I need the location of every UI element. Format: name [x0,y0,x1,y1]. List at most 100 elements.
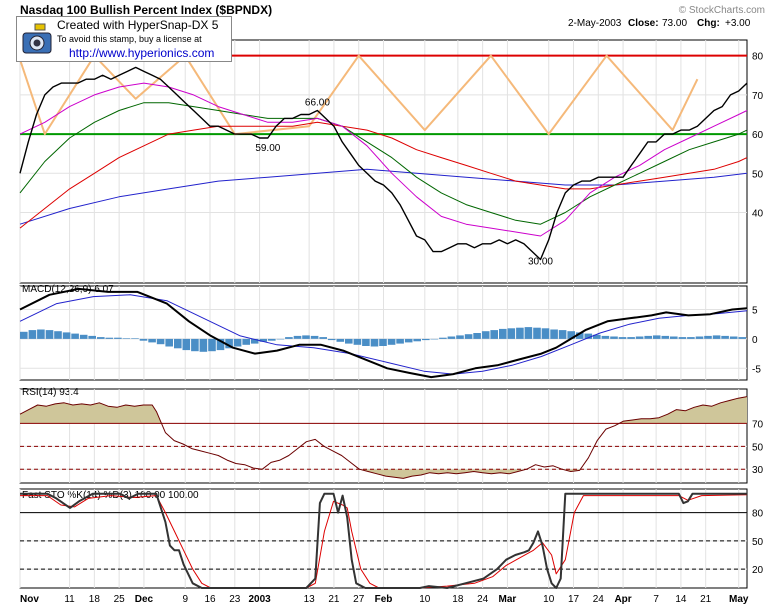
chart-canvas: Nasdaq 100 Bullish Percent Index ($BPNDX… [0,0,781,607]
histogram-bar [208,338,216,352]
histogram-bar [199,338,208,352]
x-tick-label: 2003 [248,594,271,605]
chg-label: Chg: [697,18,720,29]
x-tick-label: 18 [89,594,101,605]
x-tick-label: Mar [499,594,517,605]
y-tick-label: 20 [752,565,764,576]
histogram-bar [37,329,45,339]
histogram-bar [627,337,635,339]
histogram-bar [516,327,524,339]
copyright-text: © StockCharts.com [679,5,765,16]
histogram-bar [712,335,721,339]
histogram-bar [644,335,652,339]
histogram-bar [396,338,404,344]
histogram-bar [268,338,276,341]
histogram-bar [721,335,729,339]
x-tick-label: 17 [568,594,580,605]
histogram-bar [456,335,464,339]
x-tick-label: Feb [375,594,393,605]
histogram-bar [139,338,148,341]
histogram-bar [533,327,541,339]
histogram-bar [345,338,353,344]
y-tick-label: 0 [752,335,758,346]
x-tick-label: Dec [135,594,154,605]
histogram-bar [71,333,79,339]
y-tick-label: 50 [752,537,764,548]
y-tick-label: 40 [752,208,764,219]
histogram-bar [550,329,558,339]
histogram-bar [678,337,687,339]
y-tick-label: 50 [752,442,764,453]
histogram-bar [302,335,310,339]
histogram-bar [601,335,610,339]
camera-icon [22,23,52,54]
histogram-bar [88,335,96,339]
histogram-bar [524,327,533,339]
histogram-bar [165,338,173,347]
histogram-bar [97,337,105,339]
histogram-bar [79,334,88,339]
stamp-line-2: To avoid this stamp, buy a license at [57,34,202,44]
x-tick-label: 23 [229,594,241,605]
histogram-bar [54,331,62,339]
x-tick-label: May [729,594,749,605]
header-date: 2-May-2003 [568,18,622,29]
histogram-bar [481,331,490,339]
histogram-bar [610,336,618,339]
histogram-bar [661,335,670,339]
histogram-bar [422,338,430,341]
histogram-bar [558,330,567,339]
histogram-bar [28,330,37,339]
y-tick-label: 70 [752,419,764,430]
x-tick-label: 9 [182,594,188,605]
y-tick-label: -5 [752,364,761,375]
y-tick-label: 50 [752,169,764,180]
x-tick-label: 24 [593,594,605,605]
watermark-stamp: Created with HyperSnap-DX 5 To avoid thi… [16,16,232,62]
histogram-bar [131,338,139,339]
histogram-bar [439,337,447,339]
histogram-bar [293,335,302,339]
x-tick-label: 18 [452,594,464,605]
histogram-bar [652,335,661,339]
histogram-bar [362,338,370,346]
histogram-bar [174,338,182,349]
histogram-bar [191,338,199,352]
histogram-bar [45,330,54,339]
y-tick-label: 70 [752,91,764,102]
histogram-bar [738,337,746,339]
histogram-bar [122,338,131,339]
histogram-bar [105,337,114,339]
y-tick-label: 60 [752,130,764,141]
chart-stage: Nasdaq 100 Bullish Percent Index ($BPNDX… [0,0,781,607]
x-tick-label: Nov [20,594,39,605]
histogram-bar [430,338,439,340]
histogram-bar [379,338,387,346]
histogram-bar [635,336,644,339]
x-tick-label: 14 [675,594,687,605]
histogram-bar [687,337,695,339]
histogram-bar [473,333,481,339]
histogram-bar [20,331,28,339]
annotation-label: 30.00 [528,257,553,268]
histogram-bar [62,332,71,339]
annotation-label: 66.00 [305,98,330,109]
y-tick-label: 80 [752,52,764,63]
histogram-bar [285,337,293,339]
histogram-bar [319,337,327,339]
close-label: Close: [628,18,659,29]
histogram-bar [242,338,250,345]
stamp-link[interactable]: http://www.hyperionics.com [69,46,214,60]
chart-title: Nasdaq 100 Bullish Percent Index ($BPNDX… [20,3,272,17]
x-tick-label: 16 [204,594,216,605]
histogram-bar [233,338,242,347]
histogram-bar [148,338,156,343]
x-tick-label: 11 [64,594,75,605]
histogram-bar [310,335,319,339]
x-tick-label: Apr [614,594,631,605]
histogram-bar [387,338,396,345]
histogram-bar [276,338,285,340]
histogram-bar [541,328,550,339]
histogram-bar [327,338,336,341]
x-tick-label: 7 [653,594,659,605]
